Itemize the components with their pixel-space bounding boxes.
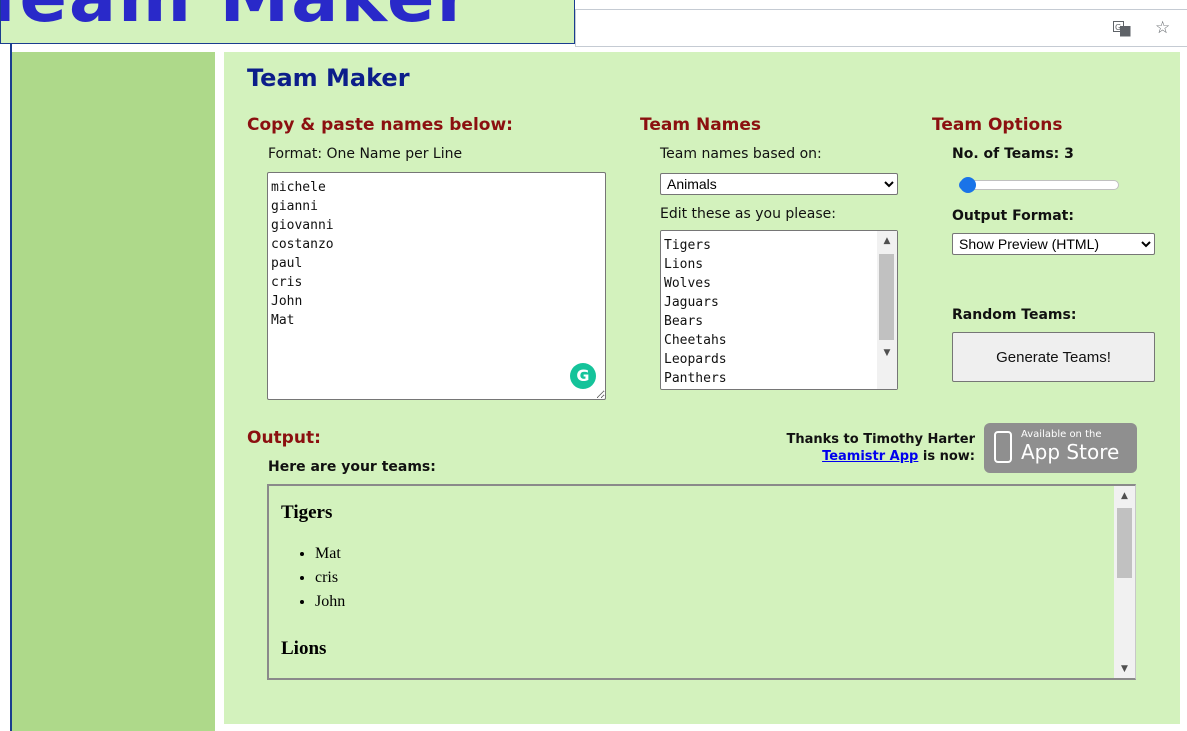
scroll-down-icon[interactable]: ▼ — [1114, 664, 1135, 674]
translate-icon[interactable]: G — [1113, 21, 1131, 37]
app-store-badge[interactable]: Available on the App Store — [984, 423, 1137, 473]
output-heading: Output: — [247, 428, 321, 448]
team-heading: Lions — [281, 638, 327, 659]
team-options-heading: Team Options — [932, 115, 1063, 135]
teamistr-app-link[interactable]: Teamistr App — [822, 449, 918, 464]
output-preview[interactable]: Tigers Mat cris John Lions ▲ ▼ — [267, 484, 1136, 680]
team-heading: Tigers — [281, 502, 333, 523]
names-textarea[interactable]: michele gianni giovanni costanzo paul cr… — [267, 172, 606, 400]
scroll-down-icon[interactable]: ▼ — [877, 348, 897, 358]
team-names-scrollbar[interactable]: ▲ ▼ — [877, 231, 897, 389]
is-now-text: is now: — [918, 449, 975, 464]
num-teams-slider-thumb[interactable] — [960, 177, 976, 193]
based-on-label: Team names based on: — [660, 146, 822, 162]
edit-label: Edit these as you please: — [660, 206, 836, 222]
num-teams-slider[interactable] — [959, 180, 1119, 190]
team-names-heading: Team Names — [640, 115, 762, 135]
scroll-up-icon[interactable]: ▲ — [1114, 491, 1135, 501]
scroll-thumb[interactable] — [879, 254, 894, 340]
output-scrollbar[interactable]: ▲ ▼ — [1114, 486, 1135, 678]
names-heading: Copy & paste names below: — [247, 115, 513, 135]
site-banner: Team Maker — [0, 0, 575, 44]
left-sidebar-strip — [12, 52, 215, 731]
team-member: Mat — [315, 542, 1102, 566]
output-intro: Here are your teams: — [268, 459, 436, 475]
appstore-small-text: Available on the — [1021, 429, 1102, 440]
phone-icon — [994, 431, 1012, 463]
address-bar[interactable] — [575, 9, 1187, 47]
banner-text: Team Maker — [1, 0, 473, 38]
team-member: cris — [315, 566, 1102, 590]
svg-text:G: G — [1115, 23, 1121, 32]
team-member-list: Mat cris John — [281, 542, 1102, 614]
generate-teams-button[interactable]: Generate Teams! — [952, 332, 1155, 382]
output-format-select[interactable]: Show Preview (HTML) — [952, 233, 1155, 255]
output-format-label: Output Format: — [952, 208, 1074, 224]
thanks-line: Thanks to Timothy Harter — [786, 432, 975, 447]
grammarly-icon[interactable]: G — [570, 363, 596, 389]
num-teams-label: No. of Teams: 3 — [952, 146, 1074, 162]
random-teams-label: Random Teams: — [952, 307, 1077, 323]
team-names-textarea[interactable]: Tigers Lions Wolves Jaguars Bears Cheeta… — [660, 230, 898, 390]
scroll-thumb[interactable] — [1117, 508, 1132, 578]
thanks-note: Thanks to Timothy Harter Teamistr App is… — [760, 431, 975, 465]
team-theme-select[interactable]: Animals — [660, 173, 898, 195]
star-icon[interactable]: ☆ — [1155, 18, 1170, 38]
page-title: Team Maker — [247, 64, 410, 92]
scroll-up-icon[interactable]: ▲ — [877, 236, 897, 246]
team-member: John — [315, 590, 1102, 614]
teams-list: Tigers Mat cris John Lions — [269, 486, 1114, 678]
format-label: Format: One Name per Line — [268, 146, 463, 162]
appstore-big-text: App Store — [1021, 440, 1120, 464]
